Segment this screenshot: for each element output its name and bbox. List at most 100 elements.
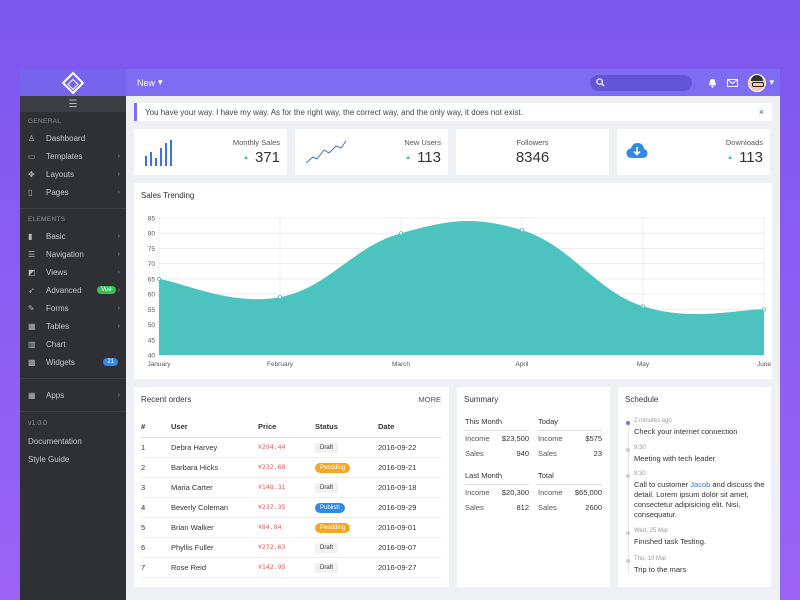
forms-icon: ✎ bbox=[28, 303, 35, 313]
avatar[interactable] bbox=[748, 73, 767, 92]
search-box[interactable] bbox=[590, 74, 693, 91]
table-row[interactable]: 5 Brian Walker ¥84.84 Pendding 2016-09-01 bbox=[141, 517, 441, 538]
pages-icon: ▯ bbox=[28, 187, 33, 197]
y-tick-label: 70 bbox=[148, 261, 156, 268]
stat-value: 8346 bbox=[515, 149, 550, 166]
data-point bbox=[156, 276, 161, 281]
summary-title: Summary bbox=[464, 395, 499, 404]
summary-row-value: $575 bbox=[585, 434, 602, 443]
summary-row-label: Sales bbox=[538, 449, 557, 458]
documentation-link[interactable]: Documentation bbox=[20, 432, 126, 450]
mail-icon[interactable] bbox=[727, 78, 739, 87]
trend-up-icon: ▲ bbox=[727, 154, 734, 161]
order-user: Barbara Hicks bbox=[171, 457, 258, 478]
bottom-row: Recent orders MORE # User Price Status Date … bbox=[134, 387, 772, 587]
summary-period-title: Today bbox=[538, 417, 602, 431]
schedule-item: 9:30 Meeting with tech leader bbox=[626, 445, 766, 464]
table-row[interactable]: 3 Maria Carter ¥148.31 Draft 2016-09-18 bbox=[141, 477, 441, 498]
status-badge: Draft bbox=[315, 442, 339, 453]
sidebar-item-advanced[interactable]: ➶ Advanced Vue › bbox=[20, 281, 126, 299]
order-status-cell: Publish bbox=[315, 497, 378, 518]
divider bbox=[20, 411, 126, 412]
chevron-right-icon: › bbox=[117, 268, 120, 276]
sidebar-item-pages[interactable]: ▯ Pages › bbox=[20, 183, 126, 201]
chevron-right-icon: › bbox=[117, 250, 120, 258]
summary-row-label: Sales bbox=[465, 503, 484, 512]
stat-label: Followers bbox=[516, 138, 549, 147]
basic-icon: ▮ bbox=[28, 231, 33, 241]
menu-toggle-icon[interactable]: ☰ bbox=[20, 96, 126, 112]
order-price: ¥294.44 bbox=[258, 437, 315, 458]
table-row[interactable]: 4 Beverly Coleman ¥237.35 Publish 2016-09-29 bbox=[141, 497, 441, 518]
bell-icon[interactable] bbox=[708, 78, 717, 88]
summary-row-value: $20,300 bbox=[501, 488, 529, 497]
summary-period-title: This Month bbox=[465, 417, 529, 431]
logo[interactable] bbox=[20, 69, 126, 96]
schedule-title: Schedule bbox=[625, 395, 659, 404]
sidebar-item-label: Views bbox=[46, 267, 68, 277]
mini-bar bbox=[145, 156, 147, 166]
stat-monthly-sales: Monthly Sales ▲ 371 bbox=[134, 129, 287, 175]
status-badge: Draft bbox=[315, 542, 339, 553]
chevron-down-icon[interactable]: ▾ bbox=[769, 77, 774, 88]
table-row[interactable]: 1 Debra Harvey ¥294.44 Draft 2016-09-22 bbox=[141, 437, 441, 458]
sidebar-item-label: Advanced bbox=[46, 285, 82, 295]
sidebar-item-tables[interactable]: ▦ Tables › bbox=[20, 317, 126, 335]
sidebar-item-apps[interactable]: ▦ Apps › bbox=[20, 386, 126, 404]
schedule-time: 9:30 bbox=[634, 445, 646, 451]
sidebar-item-basic[interactable]: ▮ Basic › bbox=[20, 227, 126, 245]
style-guide-link[interactable]: Style Guide bbox=[20, 450, 126, 468]
schedule-time: Thu, 10 Mar bbox=[634, 556, 667, 562]
table-row[interactable]: 2 Barbara Hicks ¥232.68 Pendding 2016-09-21 bbox=[141, 457, 441, 478]
stat-label: Monthly Sales bbox=[232, 138, 280, 147]
chevron-right-icon: › bbox=[117, 322, 120, 330]
schedule-text-body: Trip to the mars bbox=[634, 565, 687, 574]
top-bar: New ▾ ▾ bbox=[20, 69, 780, 96]
summary-row-income: Income $23,500 bbox=[465, 431, 529, 446]
data-point bbox=[519, 228, 524, 233]
new-menu-button[interactable]: New ▾ bbox=[137, 77, 163, 88]
table-row[interactable]: 7 Rose Reid ¥142.95 Draft 2016-09-27 bbox=[141, 557, 441, 578]
schedule-text: Meeting with tech leader bbox=[634, 454, 766, 464]
order-price: ¥237.35 bbox=[258, 497, 315, 518]
search-input[interactable] bbox=[609, 78, 690, 87]
order-price: ¥84.84 bbox=[258, 517, 315, 538]
order-status-cell: Pendding bbox=[315, 517, 378, 538]
sidebar-item-views[interactable]: ◩ Views › bbox=[20, 263, 126, 281]
customer-link[interactable]: Jacob bbox=[690, 480, 710, 489]
schedule-time: 8:30 bbox=[634, 471, 646, 477]
sidebar-item-label: Widgets bbox=[46, 357, 75, 367]
y-tick-label: 50 bbox=[148, 322, 156, 329]
schedule-text: Finished task Testing. bbox=[634, 537, 766, 547]
sidebar-item-label: Forms bbox=[46, 303, 69, 313]
sidebar-item-widgets[interactable]: ▩ Widgets 21 bbox=[20, 353, 126, 371]
sidebar-item-navigation[interactable]: ☰ Navigation › bbox=[20, 245, 126, 263]
table-row[interactable]: 6 Phyllis Fuller ¥272.63 Draft 2016-09-07 bbox=[141, 537, 441, 558]
timeline-dot bbox=[626, 531, 630, 535]
stats-row: Monthly Sales ▲ 371 New Users ▲ 113 Follow… bbox=[134, 129, 772, 175]
chevron-right-icon: › bbox=[117, 188, 120, 196]
sidebar-item-templates[interactable]: ▭ Templates › bbox=[20, 147, 126, 165]
sidebar-item-forms[interactable]: ✎ Forms › bbox=[20, 299, 126, 317]
sidebar-item-dashboard[interactable]: ♙ Dashboard bbox=[20, 129, 126, 147]
sidebar-item-chart[interactable]: ▥ Chart bbox=[20, 335, 126, 353]
schedule-text-body: Check your internet connection bbox=[634, 427, 738, 436]
summary-row-sales: Sales 23 bbox=[538, 446, 602, 461]
more-link[interactable]: MORE bbox=[419, 395, 442, 404]
y-tick-label: 65 bbox=[148, 276, 156, 283]
sidebar-item-label: Dashboard bbox=[46, 133, 86, 143]
y-tick-label: 80 bbox=[148, 231, 156, 238]
order-number: 7 bbox=[141, 557, 171, 578]
chevron-right-icon: › bbox=[117, 232, 120, 240]
mini-bar bbox=[170, 140, 172, 166]
y-tick-label: 40 bbox=[148, 353, 156, 360]
summary-row-value: 940 bbox=[516, 449, 529, 458]
column-header: Date bbox=[378, 417, 441, 438]
close-icon[interactable]: × bbox=[759, 107, 764, 117]
data-point bbox=[398, 231, 403, 236]
sidebar-item-layouts[interactable]: ✥ Layouts › bbox=[20, 165, 126, 183]
summary-row-label: Income bbox=[465, 488, 490, 497]
mini-bar bbox=[150, 151, 152, 166]
dashboard-icon: ♙ bbox=[28, 133, 36, 143]
version-label: v1.0.0 bbox=[28, 420, 48, 427]
